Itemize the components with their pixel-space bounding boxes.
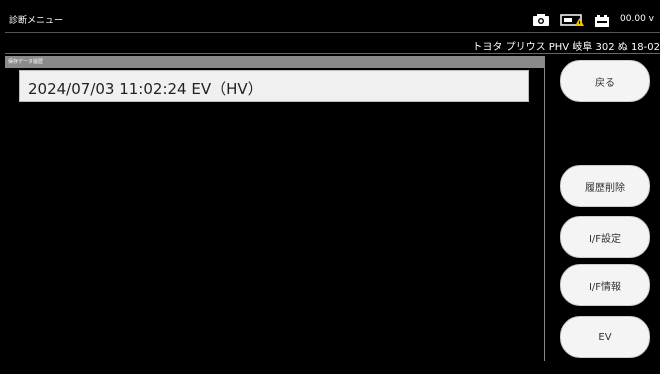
list-item-label: 2024/07/03 11:02:24 EV（HV） — [28, 80, 263, 98]
camera-icon[interactable] — [532, 12, 550, 26]
title-bar: 診断メニュー 00.00 v — [5, 5, 660, 33]
voltage-readout: 00.00 v — [620, 14, 654, 24]
app-screen: 診断メニュー 00.00 v トヨタ プリウス PHV 岐阜 302 ぬ 18-… — [0, 0, 660, 374]
saved-data-list[interactable]: 2024/07/03 11:02:24 EV（HV） — [5, 68, 543, 360]
list-header-label: 保存データ履歴 — [8, 59, 44, 65]
status-icons: 00.00 v — [532, 10, 654, 28]
page-title: 診断メニュー — [9, 16, 64, 26]
list-header: 保存データ履歴 — [5, 56, 545, 68]
vehicle-info-bar: トヨタ プリウス PHV 岐阜 302 ぬ 18-02 — [5, 34, 660, 54]
battery-icon — [594, 13, 610, 27]
delete-history-button[interactable]: 履歴削除 — [560, 165, 650, 207]
divider — [544, 68, 545, 361]
ev-button[interactable]: EV — [560, 316, 650, 358]
if-info-button[interactable]: I/F情報 — [560, 264, 650, 306]
if-settings-button[interactable]: I/F設定 — [560, 216, 650, 258]
list-item[interactable]: 2024/07/03 11:02:24 EV（HV） — [19, 70, 529, 102]
connection-warning-icon — [560, 12, 585, 26]
back-button[interactable]: 戻る — [560, 60, 650, 102]
vehicle-info: トヨタ プリウス PHV 岐阜 302 ぬ 18-02 — [472, 42, 660, 53]
